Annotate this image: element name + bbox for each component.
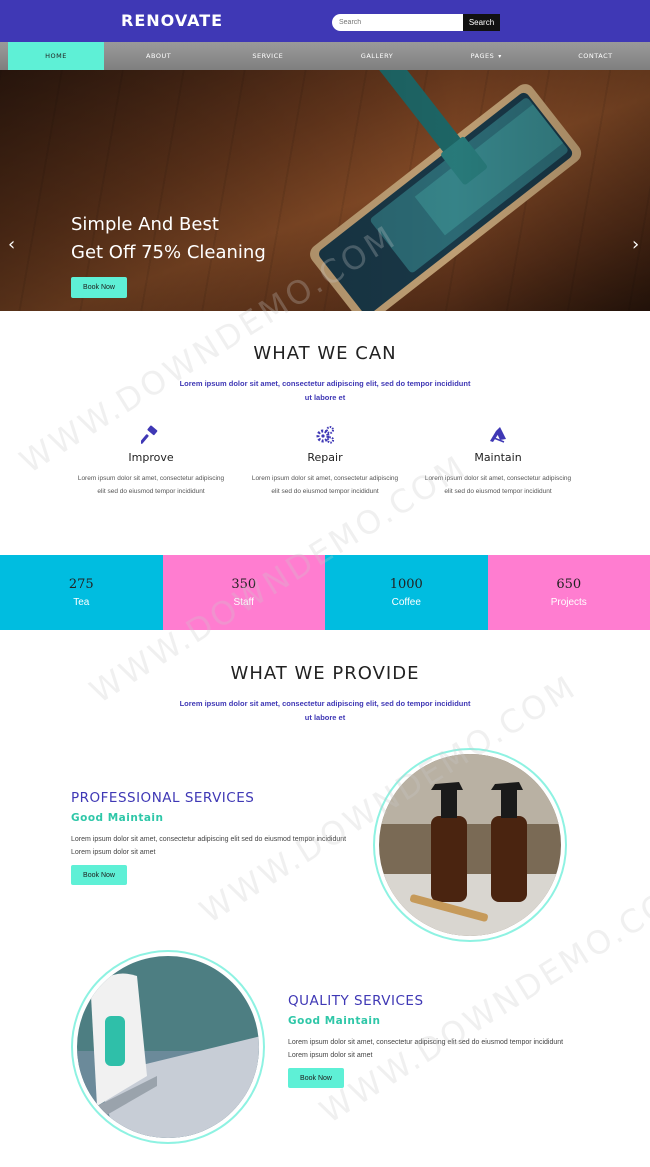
what-we-can-subtitle: Lorem ipsum dolor sit amet, consectetur … bbox=[179, 379, 471, 402]
nav-item-contact[interactable]: CONTACT bbox=[541, 42, 650, 70]
service-repair: Repair Lorem ipsum dolor sit amet, conse… bbox=[250, 425, 400, 498]
stat-tea: 275 Tea bbox=[0, 555, 163, 630]
hammer-icon bbox=[141, 425, 158, 444]
nav-item-pages[interactable]: PAGES ▾ bbox=[432, 42, 541, 70]
quality-services-text: Lorem ipsum dolor sit amet, consectetur … bbox=[288, 1039, 564, 1059]
stat-label: Coffee bbox=[391, 597, 421, 608]
brand-logo[interactable]: RENOVATE bbox=[121, 11, 223, 30]
iron-photo bbox=[77, 956, 259, 1138]
hero-overlay bbox=[0, 70, 650, 311]
service-name: Maintain bbox=[474, 451, 522, 464]
service-text: Lorem ipsum dolor sit amet, consectetur … bbox=[251, 475, 399, 495]
hero-title-line1: Simple And Best bbox=[71, 214, 219, 235]
main-navigation: HOME ABOUT SERVICE GALLERY PAGES ▾ CONTAC… bbox=[0, 42, 650, 70]
nav-item-about[interactable]: ABOUT bbox=[104, 42, 213, 70]
spray-bottles-illustration bbox=[379, 754, 561, 936]
search-button[interactable]: Search bbox=[463, 14, 500, 31]
quality-book-now-button[interactable]: Book Now bbox=[288, 1068, 344, 1088]
stat-coffee: 1000 Coffee bbox=[325, 555, 488, 630]
stat-value: 350 bbox=[231, 577, 257, 592]
hero-title: Simple And Best Get Off 75% Cleaning bbox=[71, 211, 266, 267]
search-input[interactable] bbox=[332, 14, 464, 31]
service-improve: Improve Lorem ipsum dolor sit amet, cons… bbox=[76, 425, 226, 498]
slider-prev-arrow-icon[interactable]: ‹ bbox=[8, 234, 15, 255]
stat-value: 275 bbox=[68, 577, 94, 592]
service-name: Improve bbox=[128, 451, 174, 464]
what-we-provide-subtitle: Lorem ipsum dolor sit amet, consectetur … bbox=[179, 699, 471, 722]
quality-services-title: QUALITY SERVICES bbox=[288, 993, 424, 1009]
quality-services-subtitle: Good Maintain bbox=[288, 1015, 381, 1027]
service-maintain: Maintain Lorem ipsum dolor sit amet, con… bbox=[423, 425, 573, 498]
top-header-bar: RENOVATE Search bbox=[0, 0, 650, 42]
nav-item-gallery[interactable]: GALLERY bbox=[322, 42, 431, 70]
hero-slider: Simple And Best Get Off 75% Cleaning Boo… bbox=[0, 70, 650, 311]
service-text: Lorem ipsum dolor sit amet, consectetur … bbox=[77, 475, 225, 495]
iron-illustration bbox=[77, 956, 259, 1138]
spray-bottles-photo bbox=[379, 754, 561, 936]
nav-item-home[interactable]: HOME bbox=[8, 42, 104, 70]
stat-label: Staff bbox=[233, 597, 254, 608]
professional-book-now-button[interactable]: Book Now bbox=[71, 865, 127, 885]
slider-next-arrow-icon[interactable]: › bbox=[632, 234, 639, 255]
broom-icon bbox=[490, 427, 506, 443]
stat-value: 1000 bbox=[389, 577, 423, 592]
professional-services-text: Lorem ipsum dolor sit amet, consectetur … bbox=[71, 836, 347, 856]
stat-staff: 350 Staff bbox=[162, 555, 325, 630]
gears-icon bbox=[316, 426, 335, 444]
hero-book-now-button[interactable]: Book Now bbox=[71, 277, 127, 298]
nav-item-service[interactable]: SERVICE bbox=[213, 42, 322, 70]
service-text: Lorem ipsum dolor sit amet, consectetur … bbox=[424, 475, 572, 495]
search-form: Search bbox=[332, 14, 500, 31]
spray-bottles-image bbox=[373, 748, 567, 942]
what-we-provide-title: WHAT WE PROVIDE bbox=[230, 663, 420, 684]
stat-label: Projects bbox=[550, 597, 587, 608]
iron-image bbox=[71, 950, 265, 1144]
caret-down-icon: ▾ bbox=[498, 52, 502, 60]
what-we-can-title: WHAT WE CAN bbox=[253, 343, 397, 364]
stat-label: Tea bbox=[73, 597, 90, 608]
professional-services-subtitle: Good Maintain bbox=[71, 812, 164, 824]
stat-value: 650 bbox=[556, 577, 582, 592]
professional-services-title: PROFESSIONAL SERVICES bbox=[71, 790, 255, 806]
nav-item-pages-label: PAGES bbox=[470, 52, 495, 60]
hero-title-line2: Get Off 75% Cleaning bbox=[71, 242, 266, 263]
stat-projects: 650 Projects bbox=[487, 555, 650, 630]
service-name: Repair bbox=[307, 451, 343, 464]
stats-bar: 275 Tea 350 Staff 1000 Coffee 650 Projec… bbox=[0, 555, 650, 630]
